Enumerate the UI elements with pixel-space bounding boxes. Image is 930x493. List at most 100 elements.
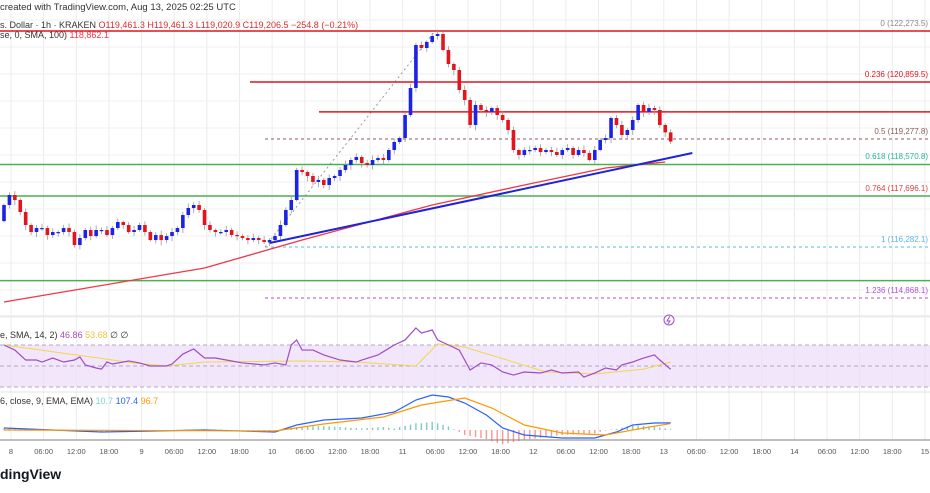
macd-histogram-bar xyxy=(323,426,325,430)
candle-up xyxy=(408,88,413,116)
candle-up xyxy=(94,230,98,237)
macd-histogram-bar xyxy=(507,430,509,444)
candle-up xyxy=(414,45,418,89)
sma-value: 118,862.1 xyxy=(69,30,109,40)
candle-up xyxy=(598,139,602,151)
time-axis-label: 9 xyxy=(139,447,144,456)
candle-up xyxy=(2,204,6,222)
rsi-ma-value: 53.68 xyxy=(85,330,108,340)
candle-down xyxy=(105,230,109,236)
macd-histogram-bar xyxy=(474,430,477,437)
candle-up xyxy=(83,230,88,239)
time-axis-label: 12 xyxy=(529,447,538,456)
candle-down xyxy=(446,50,451,65)
candle-up xyxy=(132,230,136,233)
candle-up xyxy=(630,119,635,131)
macd-histogram-bar xyxy=(355,428,357,430)
candle-down xyxy=(652,108,657,111)
candle-down xyxy=(197,204,201,211)
candle-up xyxy=(397,138,402,143)
candle-up xyxy=(647,108,651,113)
macd-histogram-bar xyxy=(529,430,531,440)
macd-histogram-bar xyxy=(447,426,450,430)
candle-down xyxy=(365,162,369,166)
candle-down xyxy=(18,200,23,213)
macd-histogram-bar xyxy=(604,430,607,431)
candle-down xyxy=(235,235,239,237)
macd-histogram-bar xyxy=(480,430,482,438)
candle-up xyxy=(170,232,174,237)
time-axis-label: 18:00 xyxy=(491,447,510,456)
macd-histogram-bar xyxy=(426,422,428,430)
time-axis-label: 15 xyxy=(920,447,930,456)
ohlc-values: O119,461.3 H119,461.3 L119,020.9 C119,20… xyxy=(98,20,359,30)
fib-level-label: 0.618 (118,570.8) xyxy=(865,152,928,162)
candle-down xyxy=(359,157,364,163)
candle-up xyxy=(473,104,478,125)
candle-up xyxy=(392,142,397,151)
candle-up xyxy=(224,230,229,233)
candle-up xyxy=(164,236,169,241)
macd-histogram-bar xyxy=(453,429,455,430)
candle-down xyxy=(300,169,304,173)
candle-down xyxy=(484,110,489,113)
time-axis-label: 06:00 xyxy=(164,447,184,456)
candle-up xyxy=(273,236,277,241)
fib-level-label: 0 (122,273.5) xyxy=(880,19,928,28)
candle-up xyxy=(267,240,272,243)
bullish-trend-line xyxy=(269,152,693,245)
candle-up xyxy=(110,228,115,236)
candle-up xyxy=(490,108,494,113)
candle-up xyxy=(251,238,256,241)
time-axis-label: 14 xyxy=(790,447,799,456)
candle-down xyxy=(126,224,131,233)
macd-histogram-bar xyxy=(496,430,498,443)
candle-down xyxy=(468,99,472,125)
candle-down xyxy=(45,228,50,236)
symbol-label: s. Dollar · 1h · KRAKEN xyxy=(0,20,97,30)
candle-down xyxy=(72,232,77,246)
price-chart[interactable] xyxy=(0,0,930,493)
candle-down xyxy=(620,124,624,135)
candle-up xyxy=(116,222,120,229)
macd-histogram-bar xyxy=(464,430,466,435)
candle-up xyxy=(527,150,532,152)
candle-up xyxy=(424,42,429,48)
candle-down xyxy=(441,34,445,51)
macd-histogram-bar xyxy=(594,430,596,434)
candle-up xyxy=(78,238,82,246)
candle-down xyxy=(500,115,505,120)
time-axis-label: 06:00 xyxy=(556,447,576,456)
macd-histogram-bar xyxy=(556,430,558,436)
created-with-caption: created with TradingView.com, Aug 13, 20… xyxy=(0,2,236,13)
candle-up xyxy=(592,150,597,161)
candle-up xyxy=(7,195,12,205)
macd-histogram-bar xyxy=(361,428,363,430)
candle-up xyxy=(40,228,44,230)
macd-histogram-bar xyxy=(534,430,536,439)
candle-up xyxy=(338,169,342,177)
candle-up xyxy=(181,215,185,229)
candle-down xyxy=(311,176,315,182)
candle-down xyxy=(641,104,646,113)
candle-down xyxy=(240,236,245,239)
time-axis-label: 06:00 xyxy=(34,447,54,456)
macd-histogram-bar xyxy=(599,430,601,432)
macd-histogram-bar xyxy=(404,425,406,430)
candle-down xyxy=(549,150,554,152)
candle-down xyxy=(148,232,153,241)
candle-down xyxy=(305,172,310,177)
macd-legend: 6, close, 9, EMA, EMA) 10.7 107.4 96.7 xyxy=(0,396,158,406)
candle-up xyxy=(370,160,375,166)
macd-histogram-bar xyxy=(306,426,309,430)
macd-histogram-bar xyxy=(545,430,547,438)
rsi-value: 46.86 xyxy=(60,330,83,340)
macd-histogram-bar xyxy=(415,423,417,430)
macd-histogram-bar xyxy=(382,427,385,430)
macd-histogram-bar xyxy=(398,427,401,430)
macd-histogram-bar xyxy=(409,424,412,430)
candle-up xyxy=(61,228,66,233)
macd-histogram-bar xyxy=(659,427,661,430)
macd-histogram-bar xyxy=(339,427,341,430)
candle-down xyxy=(202,210,207,225)
